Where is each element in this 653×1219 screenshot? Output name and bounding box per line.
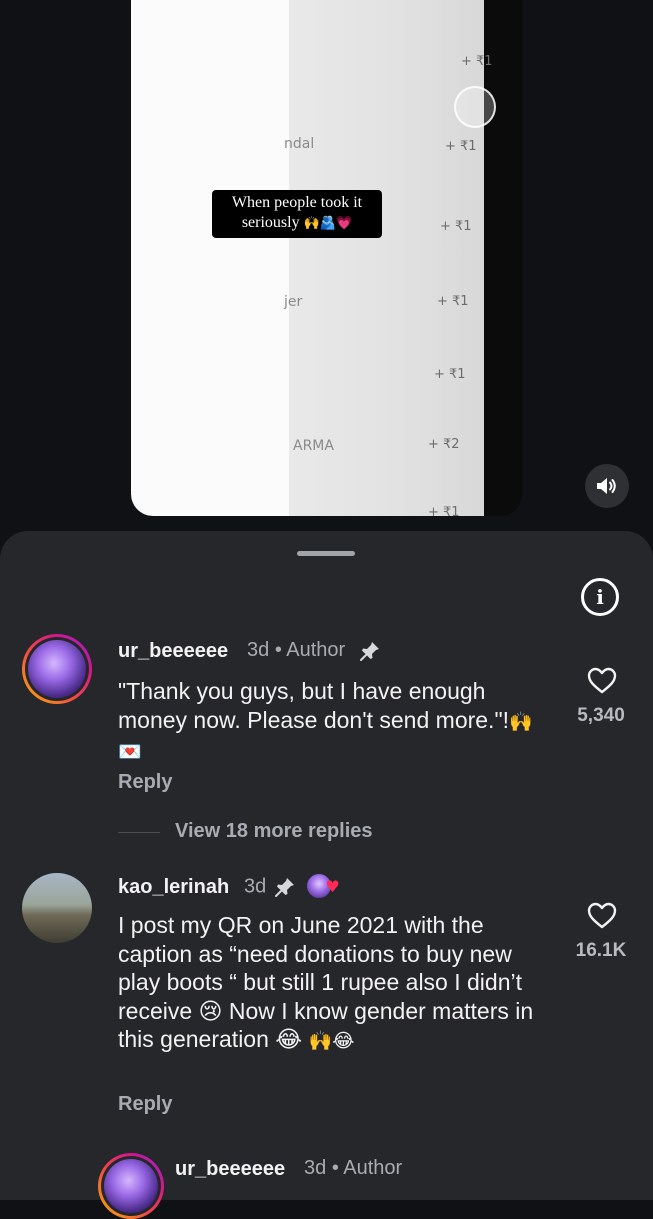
list-amount: + ₹1 bbox=[428, 505, 460, 516]
list-amount: + ₹1 bbox=[440, 219, 472, 234]
video-dark-edge bbox=[484, 0, 522, 516]
video-overlay-circle bbox=[454, 86, 496, 128]
comment-meta: 3d • Author bbox=[247, 639, 381, 662]
liked-by-author-badge: ♥ bbox=[307, 874, 341, 900]
avatar-image bbox=[28, 640, 86, 698]
list-name: jer bbox=[284, 294, 303, 310]
comment-text: I post my QR on June 2021 with the capti… bbox=[118, 911, 558, 1056]
caption-emoji: 🙌🫂💗 bbox=[303, 216, 353, 231]
video-caption: When people took it seriously 🙌🫂💗 bbox=[212, 190, 382, 238]
video-white-area bbox=[131, 0, 289, 516]
reply-button[interactable]: Reply bbox=[118, 1093, 172, 1116]
comment-username[interactable]: kao_lerinah bbox=[118, 876, 229, 899]
avatar-image bbox=[22, 873, 92, 943]
heart-badge-icon: ♥ bbox=[325, 877, 340, 896]
comment-text: "Thank you guys, but I have enough money… bbox=[118, 677, 548, 767]
comment-meta: 3d ♥ bbox=[244, 874, 341, 900]
caption-line-1: When people took it bbox=[231, 194, 363, 211]
list-amount: + ₹1 bbox=[434, 367, 466, 382]
info-button[interactable]: i bbox=[581, 578, 619, 616]
pin-icon bbox=[359, 641, 379, 661]
reply-username[interactable]: ur_beeeeee bbox=[175, 1158, 285, 1181]
list-name: ARMA bbox=[293, 438, 334, 454]
caption-line-2-text: seriously bbox=[241, 214, 300, 231]
avatar-image bbox=[104, 1159, 158, 1213]
separator: • bbox=[331, 1157, 339, 1179]
heart-icon[interactable] bbox=[587, 667, 617, 695]
comment-time: 3d bbox=[247, 639, 270, 661]
list-amount: + ₹1 bbox=[437, 294, 469, 309]
speaker-icon bbox=[597, 478, 616, 494]
avatar[interactable] bbox=[98, 1153, 164, 1219]
author-badge: Author bbox=[343, 1157, 403, 1179]
separator: • bbox=[274, 639, 282, 661]
comments-sheet: i ur_beeeeee 3d • Author "Thank you guys… bbox=[0, 531, 653, 1219]
video-player[interactable]: ndal jer ARMA + ₹1 + ₹1 + ₹1 + ₹1 + ₹1 +… bbox=[131, 0, 522, 516]
list-amount: + ₹2 bbox=[428, 437, 460, 452]
sound-toggle-button[interactable] bbox=[585, 464, 629, 508]
comment-emoji: 🙌😂 bbox=[308, 1030, 355, 1052]
author-badge: Author bbox=[286, 639, 346, 661]
like-count: 16.1K bbox=[575, 940, 627, 961]
view-more-replies-button[interactable]: View 18 more replies bbox=[175, 820, 373, 843]
comment-time: 3d bbox=[244, 875, 267, 898]
list-amount: + ₹1 bbox=[461, 54, 493, 69]
info-icon: i bbox=[596, 585, 604, 609]
list-name: ndal bbox=[284, 136, 315, 152]
reply-time: 3d bbox=[304, 1157, 327, 1179]
comment-body: "Thank you guys, but I have enough money… bbox=[118, 678, 509, 733]
reply-meta: 3d • Author bbox=[304, 1157, 402, 1180]
avatar[interactable] bbox=[22, 634, 92, 704]
heart-icon[interactable] bbox=[587, 902, 617, 930]
sheet-drag-handle[interactable] bbox=[297, 551, 355, 556]
list-amount: + ₹1 bbox=[445, 139, 477, 154]
comment-username[interactable]: ur_beeeeee bbox=[118, 640, 228, 663]
pin-icon bbox=[274, 878, 294, 897]
replies-divider bbox=[118, 832, 160, 833]
avatar[interactable] bbox=[22, 873, 92, 943]
caption-line-2: seriously 🙌🫂💗 bbox=[216, 213, 378, 234]
reply-button[interactable]: Reply bbox=[118, 771, 172, 794]
like-count: 5,340 bbox=[577, 705, 625, 726]
